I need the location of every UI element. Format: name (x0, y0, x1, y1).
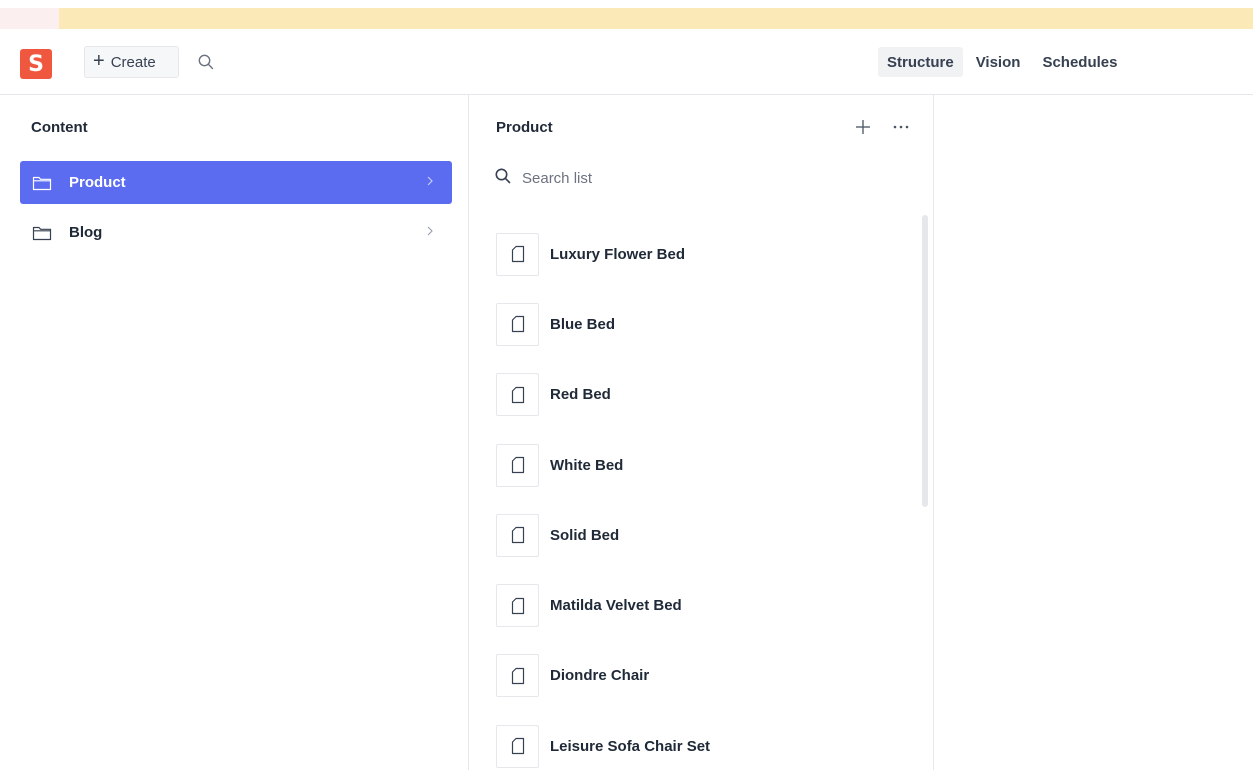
list-item[interactable]: Red Bed (496, 360, 916, 430)
list-item-label: Luxury Flower Bed (550, 245, 686, 263)
document-icon (496, 232, 539, 276)
product-pane-title: Product (496, 119, 553, 136)
content-pane-title: Content (31, 119, 88, 136)
list-item[interactable]: Leisure Sofa Chair Set (496, 711, 916, 770)
sidebar-item-product[interactable]: Product (20, 161, 452, 204)
document-icon (496, 373, 539, 417)
list-item[interactable]: Solid Bed (496, 500, 916, 570)
list-scrollbar[interactable] (922, 215, 928, 507)
document-list: Luxury Flower Bed Blue Bed Red Bed White… (496, 219, 916, 770)
create-label: Create (110, 53, 156, 71)
content-pane: Content Product Blog (0, 95, 469, 770)
sidebar-item-label: Product (69, 174, 126, 191)
list-item-label: Blue Bed (550, 315, 616, 333)
list-item[interactable]: White Bed (496, 430, 916, 500)
list-item[interactable]: Blue Bed (496, 289, 916, 359)
more-horizontal-icon[interactable] (889, 115, 913, 139)
list-item-label: White Bed (550, 456, 624, 474)
document-icon (496, 654, 539, 698)
document-icon (496, 513, 539, 557)
tab-schedules[interactable]: Schedules (1033, 47, 1126, 77)
chevron-right-icon (426, 224, 434, 240)
search-list (494, 167, 822, 190)
sidebar-item-label: Blog (69, 224, 103, 241)
search-icon[interactable] (197, 53, 215, 71)
list-item[interactable]: Diondre Chair (496, 641, 916, 711)
folder-icon (32, 225, 52, 241)
list-item-label: Red Bed (550, 386, 611, 404)
tab-vision[interactable]: Vision (967, 47, 1030, 77)
pane-actions (851, 115, 913, 139)
chevron-right-icon (426, 174, 434, 190)
list-item-label: Diondre Chair (550, 667, 650, 685)
list-item[interactable]: Luxury Flower Bed (496, 219, 916, 289)
announcement-banner (0, 8, 1253, 29)
studio-logo[interactable]: S (20, 49, 52, 79)
banner-left-segment (0, 8, 59, 29)
tab-structure[interactable]: Structure (878, 47, 963, 77)
list-item[interactable]: Matilda Velvet Bed (496, 570, 916, 640)
search-list-input[interactable] (522, 170, 822, 187)
document-icon (496, 584, 539, 628)
editor-pane (934, 95, 1253, 770)
create-button[interactable]: + Create (84, 46, 179, 78)
document-icon (496, 443, 539, 487)
search-icon (494, 167, 512, 190)
document-icon (496, 724, 539, 768)
list-item-label: Leisure Sofa Chair Set (550, 737, 711, 755)
list-item-label: Solid Bed (550, 526, 620, 544)
tool-tabs: Structure Vision Schedules (878, 47, 1126, 77)
plus-icon: + (93, 50, 105, 72)
sidebar-item-blog[interactable]: Blog (20, 211, 452, 254)
folder-icon (32, 175, 52, 191)
plus-icon[interactable] (851, 115, 875, 139)
product-pane: Product Luxury Flower Bed Blue Bed Red B… (469, 95, 934, 770)
document-icon (496, 302, 539, 346)
list-item-label: Matilda Velvet Bed (550, 597, 682, 615)
top-navbar: S + Create Structure Vision Schedules (0, 29, 1253, 95)
